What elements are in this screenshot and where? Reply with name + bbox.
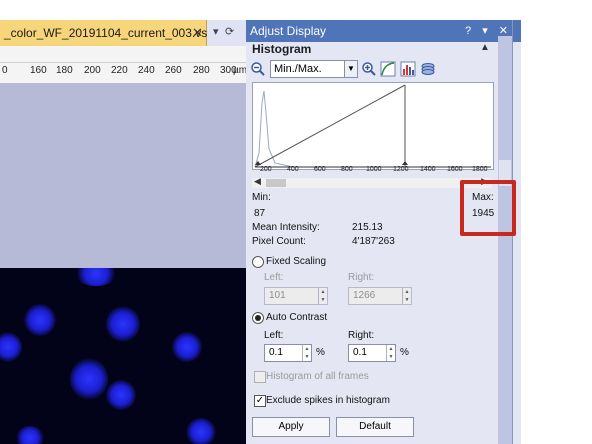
auto-left-label: Left: [264,330,284,341]
histogram-toolbar: Min./Max. ▼ [250,60,490,80]
max-value-highlight [460,180,516,236]
histogram-tick: 1400 [420,166,436,173]
exclude-spikes-label: Exclude spikes in histogram [266,395,390,406]
chevron-down-icon[interactable]: ▾ [213,25,219,38]
gamma-curve-icon[interactable] [380,61,396,77]
histogram-bars-icon[interactable] [400,61,416,77]
mean-intensity-value: 215.13 [352,222,383,233]
mean-intensity-label: Mean Intensity: [252,222,320,233]
apply-button[interactable]: Apply [252,417,330,437]
scroll-left-icon[interactable]: ◀ [254,176,261,187]
fixed-left-value: 101 [269,290,286,301]
fluorescence-image[interactable] [0,268,246,444]
auto-right-percent: % [400,347,409,358]
horizontal-ruler: 0 160 180 200 220 240 260 280 300 µm [0,62,246,84]
panel-top-strip [246,0,516,20]
stepper-arrows-icon[interactable]: ▲ ▼ [386,345,395,361]
nucleus [186,418,216,444]
page-margin [512,0,592,444]
auto-contrast-radio[interactable] [252,312,264,324]
ruler-label: 220 [111,65,128,76]
ruler-label: 200 [84,65,101,76]
exclude-spikes-checkbox[interactable]: ✓ [254,395,266,407]
pixel-count-value: 4'187'263 [352,236,395,247]
image-canvas-overlay[interactable] [0,83,246,268]
nucleus [16,426,44,444]
ruler-unit: µm [233,65,246,76]
fixed-scaling-label: Fixed Scaling [266,256,327,267]
auto-contrast-label: Auto Contrast [266,312,328,323]
zoom-out-icon[interactable] [250,61,266,77]
histogram-tick: 1000 [366,166,382,173]
histogram-tick: 800 [341,166,353,173]
fixed-scaling-radio[interactable] [252,256,264,268]
histogram-tick: 1200 [393,166,409,173]
fixed-left-stepper: 101 ▲ ▼ [264,287,328,305]
fixed-right-value: 1266 [353,290,376,301]
nucleus [172,332,202,362]
nucleus [70,358,108,400]
ruler-spacer [0,46,246,62]
histogram-scrollbar[interactable]: ◀ ▶ [252,176,492,188]
tab-strip-background [0,0,246,20]
panel-titlebar: Adjust Display ? ▾ ✕ [246,20,516,42]
panel-title: Adjust Display [250,24,327,38]
layers-icon[interactable] [420,61,436,77]
panel-scrollbar[interactable] [498,36,512,444]
histogram-axis: 200 400 600 800 1000 1200 1400 1600 1800 [252,166,492,178]
min-label: Min: [252,192,271,203]
auto-right-value: 0.1 [353,347,367,358]
refresh-icon[interactable]: ⟳ [225,25,234,38]
display-mode-value: Min./Max. [274,63,322,75]
adjacent-panel-titlebar [513,20,521,42]
histogram-tick: 1800 [472,166,488,173]
display-mode-select[interactable]: Min./Max. ▼ [270,60,358,78]
fixed-right-stepper: 1266 ▲ ▼ [348,287,412,305]
nucleus [106,306,140,342]
histogram-tick: 200 [260,166,272,173]
histogram-tick: 400 [287,166,299,173]
chevron-down-icon: ▼ [344,61,357,77]
document-tab-title: _color_WF_20191104_current_003.vsi [4,26,210,40]
histogram-all-frames-checkbox [254,371,266,383]
nucleus [106,380,136,410]
auto-right-label: Right: [348,330,375,341]
ruler-label: 280 [193,65,210,76]
auto-left-percent: % [316,347,325,358]
stepper-arrows-icon: ▲ ▼ [318,288,327,304]
zoom-in-icon[interactable] [361,61,377,77]
ruler-label: 160 [30,65,47,76]
fixed-left-label: Left: [264,272,284,283]
tab-strip-controls: ▾ ⟳ [207,20,246,46]
ruler-label: 0 [2,65,8,76]
histogram-plot[interactable] [252,82,494,170]
histogram-section-header[interactable]: Histogram ▲ [246,42,498,58]
default-button[interactable]: Default [336,417,414,437]
stepper-arrows-icon[interactable]: ▲ ▼ [302,345,311,361]
ruler-label: 180 [56,65,73,76]
auto-left-value: 0.1 [269,347,283,358]
collapse-icon[interactable]: ▲ [480,42,490,53]
section-title: Histogram [252,42,312,56]
ruler-label: 240 [138,65,155,76]
scroll-thumb[interactable] [266,179,286,187]
histogram-all-frames-label: Histogram of all frames [266,371,369,382]
image-viewer: _color_WF_20191104_current_003.vsi ✕ ▾ ⟳… [0,0,246,444]
pixel-count-label: Pixel Count: [252,236,306,247]
auto-left-stepper[interactable]: 0.1 ▲ ▼ [264,344,312,362]
min-value: 87 [254,208,266,219]
stepper-arrows-icon: ▲ ▼ [402,288,411,304]
nucleus [74,268,118,286]
histogram-tick: 1600 [447,166,463,173]
histogram-tick: 600 [314,166,326,173]
auto-right-stepper[interactable]: 0.1 ▲ ▼ [348,344,396,362]
nucleus [24,304,56,336]
document-tab[interactable]: _color_WF_20191104_current_003.vsi ✕ [0,20,210,46]
close-icon[interactable]: ✕ [192,20,203,46]
fixed-right-label: Right: [348,272,375,283]
ruler-label: 260 [165,65,182,76]
nucleus [0,332,22,362]
